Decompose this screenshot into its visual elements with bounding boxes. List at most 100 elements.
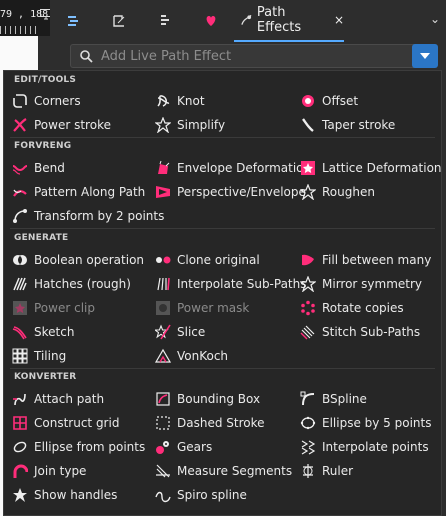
ruler-icon bbox=[303, 464, 313, 478]
item-label: Envelope Deformation bbox=[177, 161, 312, 175]
transform-icon bbox=[13, 209, 27, 223]
effect-item[interactable]: Join type bbox=[12, 460, 86, 482]
effect-item[interactable]: Stitch Sub-Paths bbox=[300, 321, 420, 343]
power-stroke-icon bbox=[13, 118, 27, 132]
search-input[interactable] bbox=[99, 47, 403, 65]
close-icon[interactable]: × bbox=[334, 13, 344, 27]
effect-item[interactable]: Tiling bbox=[12, 345, 66, 367]
effect-item[interactable]: Bend bbox=[12, 157, 65, 179]
effect-item[interactable]: Mirror symmetry bbox=[300, 273, 422, 295]
item-label: Power stroke bbox=[34, 118, 111, 132]
effect-item[interactable]: Dashed Stroke bbox=[155, 412, 265, 434]
item-label: Measure Segments bbox=[177, 464, 293, 478]
effect-item[interactable]: Ellipse from points bbox=[12, 436, 145, 458]
effect-item[interactable]: Attach path bbox=[12, 388, 104, 410]
spiro-icon bbox=[155, 491, 171, 503]
sketch-icon bbox=[12, 326, 27, 340]
effect-item[interactable]: Bounding Box bbox=[155, 388, 260, 410]
effect-item[interactable]: Gears bbox=[155, 436, 212, 458]
path-effects-icon bbox=[241, 14, 252, 25]
effect-item[interactable]: Power mask bbox=[155, 297, 249, 319]
effect-item[interactable]: Power clip bbox=[12, 297, 95, 319]
item-label: Sketch bbox=[34, 325, 75, 339]
effect-item[interactable]: Simplify bbox=[155, 114, 225, 136]
effect-item[interactable]: Perspective/Envelope bbox=[155, 181, 306, 203]
effect-item[interactable]: Boolean operation bbox=[12, 249, 144, 271]
tab-objects[interactable] bbox=[142, 0, 188, 42]
item-label: Ellipse from points bbox=[34, 440, 146, 454]
item-label: Corners bbox=[34, 94, 81, 108]
effect-item[interactable]: Construct grid bbox=[12, 412, 119, 434]
effect-item[interactable]: Roughen bbox=[300, 181, 375, 203]
tab-edit-path[interactable] bbox=[96, 0, 142, 42]
effect-item[interactable]: Offset bbox=[300, 90, 358, 112]
simplify-icon bbox=[155, 117, 171, 133]
mirror-icon bbox=[300, 276, 316, 292]
item-label: Gears bbox=[177, 440, 213, 454]
measure-icon bbox=[156, 464, 170, 478]
edit-path-icon bbox=[113, 15, 125, 27]
search-field[interactable] bbox=[70, 44, 418, 68]
effect-item[interactable]: BSpline bbox=[300, 388, 367, 410]
item-label: Ellipse by 5 points bbox=[322, 416, 432, 430]
power-mask-icon bbox=[156, 301, 170, 315]
item-label: Tiling bbox=[34, 349, 67, 363]
effect-item[interactable]: Show handles bbox=[12, 484, 117, 506]
effect-item[interactable]: Taper stroke bbox=[300, 114, 395, 136]
item-label: Spiro spline bbox=[177, 488, 247, 502]
tab-path-effects[interactable]: Path Effects × bbox=[234, 0, 344, 42]
clone-icon bbox=[156, 256, 171, 264]
section-title: FORVRENG bbox=[14, 141, 72, 151]
effect-item[interactable]: Rotate copies bbox=[300, 297, 404, 319]
effect-item[interactable]: Fill between many bbox=[300, 249, 431, 271]
effect-item[interactable]: Hatches (rough) bbox=[12, 273, 131, 295]
triangle-down-icon bbox=[420, 53, 430, 59]
slice-icon bbox=[155, 324, 171, 340]
item-label: Bend bbox=[34, 161, 65, 175]
section-title: EDIT/TOOLS bbox=[14, 75, 77, 85]
tab-swatches[interactable] bbox=[188, 0, 234, 42]
bounding-box-icon bbox=[156, 392, 170, 406]
effect-item[interactable]: Transform by 2 points bbox=[12, 205, 164, 227]
interpolate-points-icon bbox=[301, 440, 316, 455]
effect-item[interactable]: Interpolate Sub-Paths bbox=[155, 273, 307, 295]
effect-item[interactable]: Clone original bbox=[155, 249, 260, 271]
effect-item[interactable]: Pattern Along Path bbox=[12, 181, 145, 203]
swatches-icon bbox=[206, 16, 216, 26]
effect-item[interactable]: Spiro spline bbox=[155, 484, 247, 506]
item-label: Fill between many bbox=[322, 253, 432, 267]
item-label: Pattern Along Path bbox=[34, 185, 146, 199]
chevron-down-icon[interactable]: ⌄ bbox=[430, 12, 440, 26]
effect-item[interactable]: Corners bbox=[12, 90, 81, 112]
effect-item[interactable]: Measure Segments bbox=[155, 460, 292, 482]
item-label: VonKoch bbox=[177, 349, 229, 363]
effect-item[interactable]: Slice bbox=[155, 321, 205, 343]
rotate-copies-icon bbox=[301, 300, 315, 316]
item-label: Offset bbox=[322, 94, 359, 108]
effect-item[interactable]: Ellipse by 5 points bbox=[300, 412, 432, 434]
item-label: Ruler bbox=[322, 464, 354, 478]
roughen-icon bbox=[300, 184, 316, 200]
effects-dropdown-button[interactable] bbox=[412, 44, 438, 68]
objects-icon bbox=[161, 15, 169, 25]
effect-item[interactable]: Sketch bbox=[12, 321, 74, 343]
effect-item[interactable]: Knot bbox=[155, 90, 205, 112]
bend-icon bbox=[12, 165, 28, 175]
section-title: KONVERTER bbox=[14, 372, 77, 382]
vonkoch-icon bbox=[155, 348, 171, 363]
effect-item[interactable]: Interpolate points bbox=[300, 436, 429, 458]
item-label: Stitch Sub-Paths bbox=[322, 325, 421, 339]
effect-item[interactable]: VonKoch bbox=[155, 345, 228, 367]
effect-item[interactable]: Power stroke bbox=[12, 114, 111, 136]
interpolate-subpaths-icon bbox=[157, 277, 170, 291]
effect-item[interactable]: Ruler bbox=[300, 460, 353, 482]
divider bbox=[10, 137, 435, 138]
effect-item[interactable]: Envelope Deformation bbox=[155, 157, 311, 179]
item-label: Power mask bbox=[177, 301, 250, 315]
ruler-ticks bbox=[0, 26, 40, 34]
effect-item[interactable]: Lattice Deformation bbox=[300, 157, 442, 179]
item-label: Interpolate Sub-Paths bbox=[177, 277, 307, 291]
tab-align[interactable] bbox=[50, 0, 96, 42]
dock-tab-bar: Path Effects × ⌄ bbox=[50, 0, 446, 42]
item-label: Bounding Box bbox=[177, 392, 261, 406]
